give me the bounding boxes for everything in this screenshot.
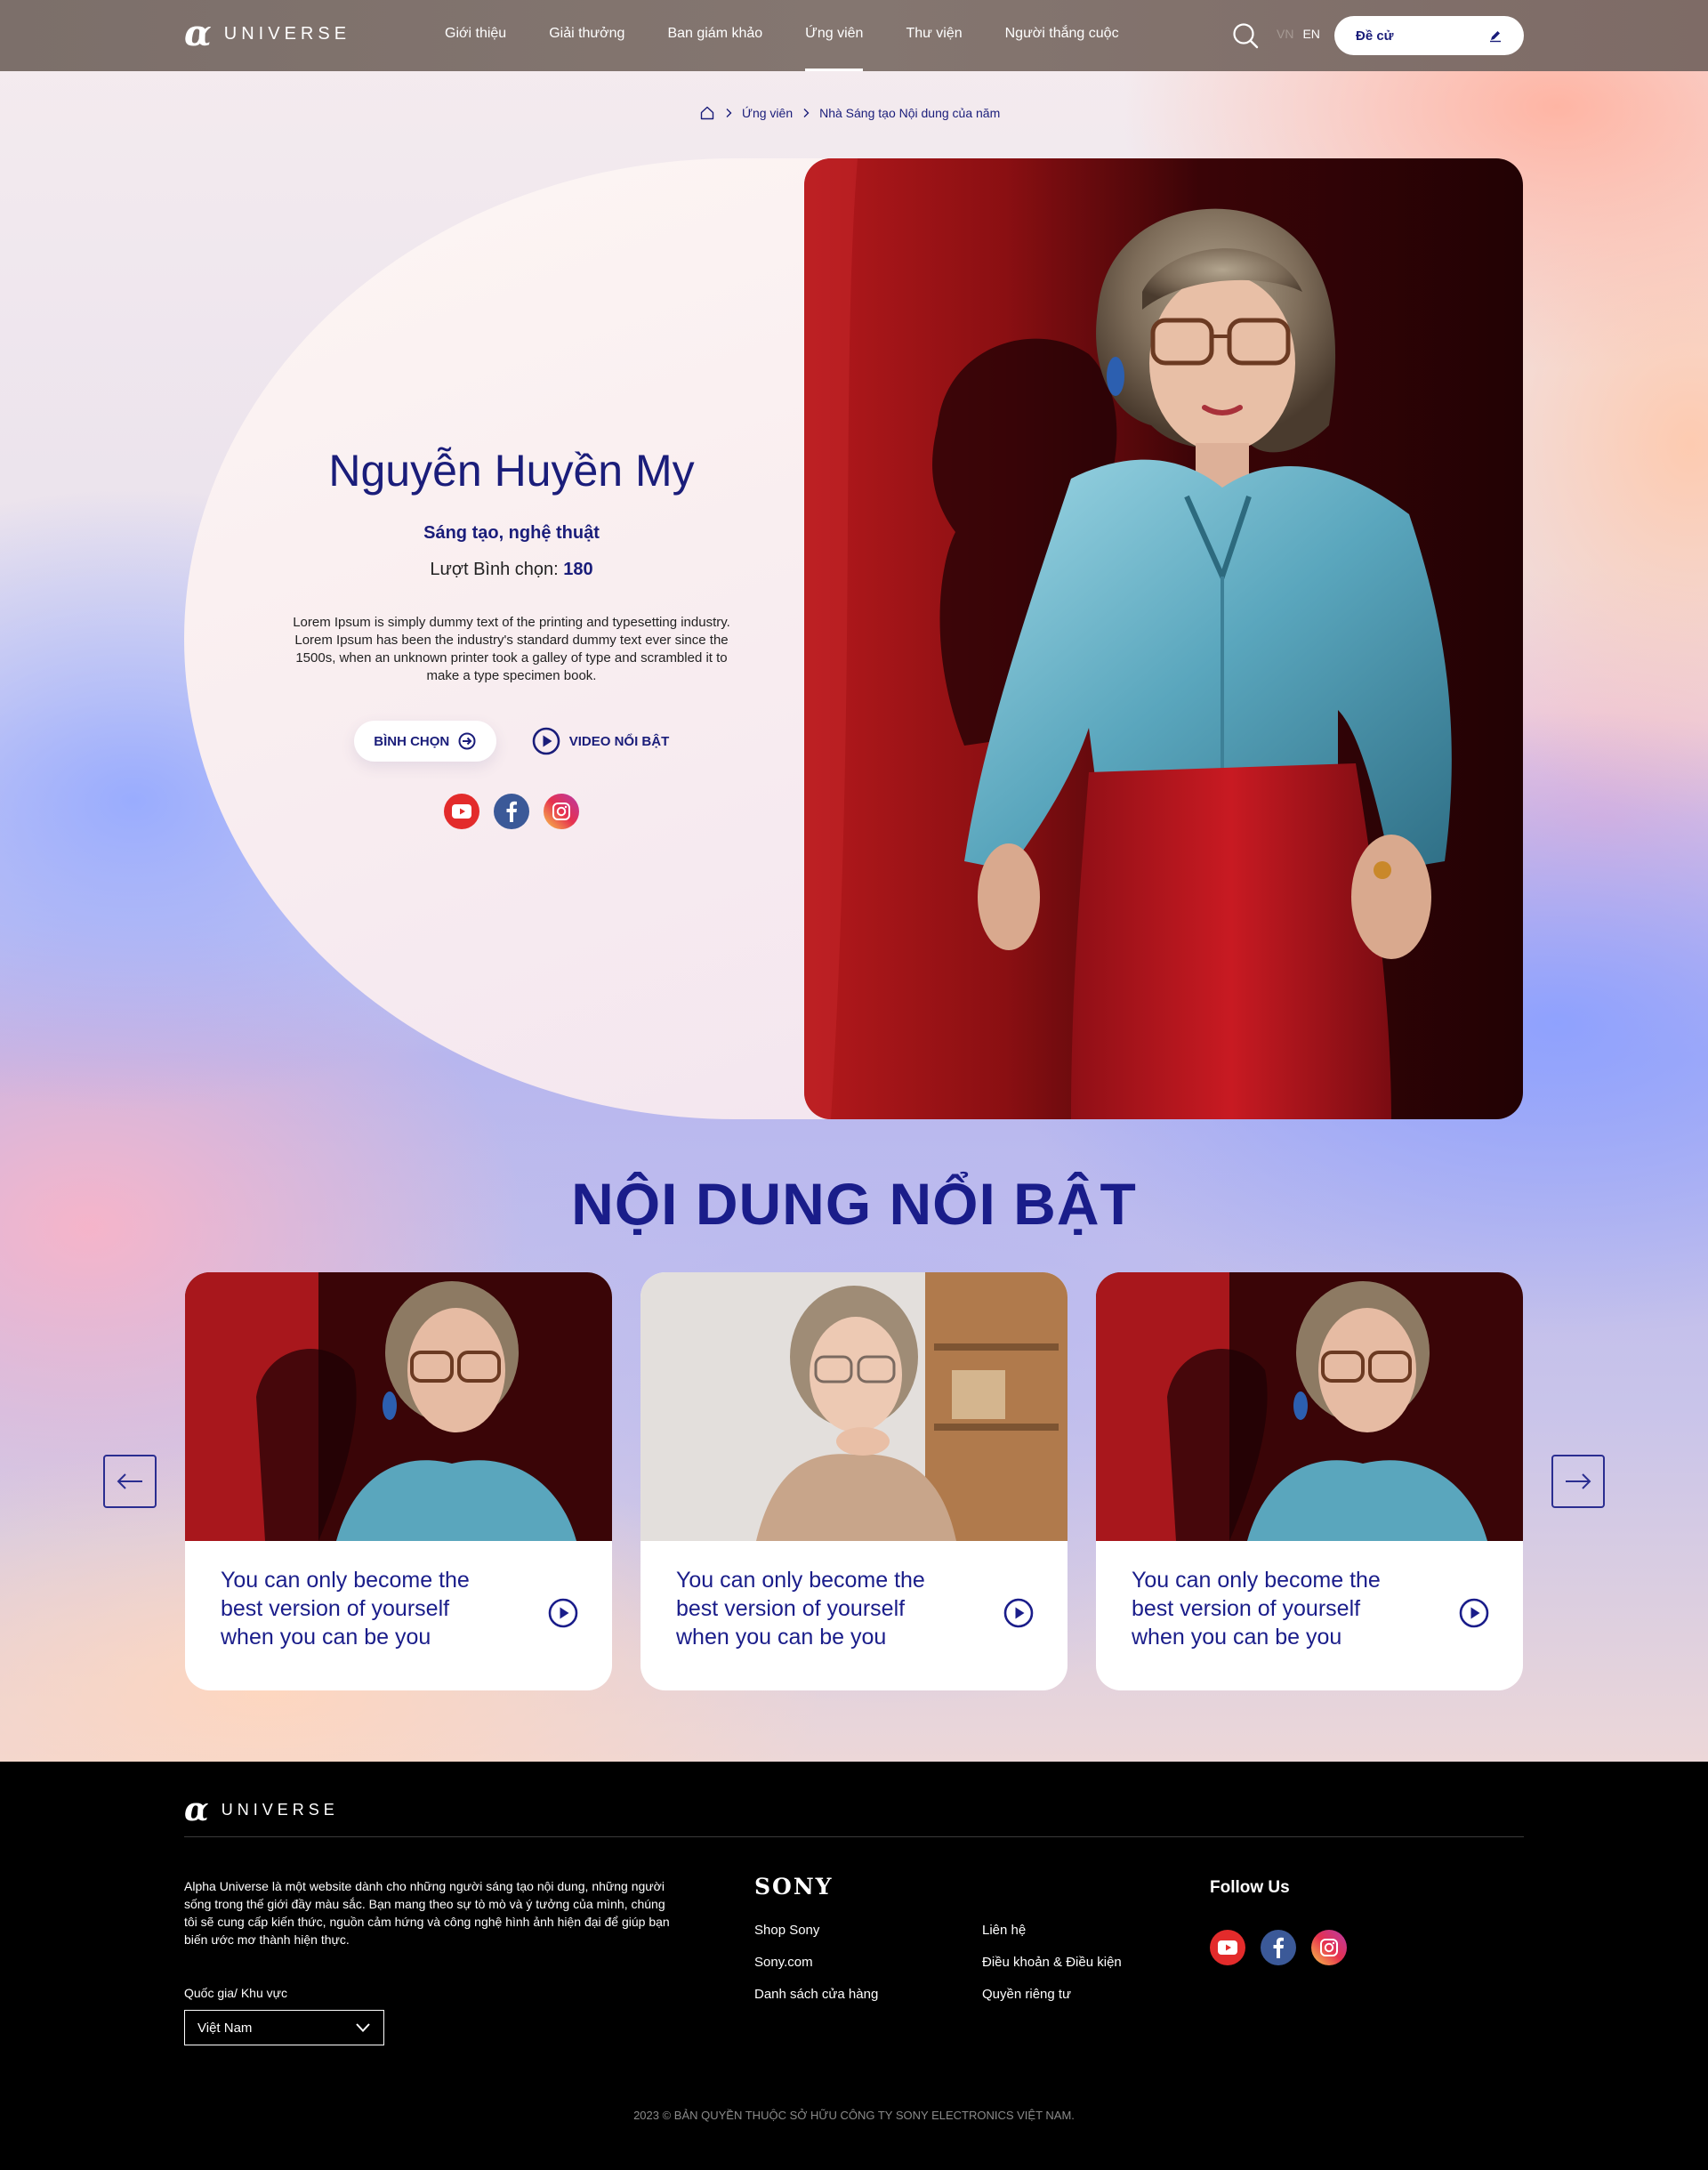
logo-symbol: α [184, 12, 212, 54]
logo-symbol: α [184, 1791, 209, 1828]
nav-item-winners[interactable]: Người thắng cuộc [1005, 0, 1119, 71]
footer-links-sony: Shop Sony Sony.com Danh sách cửa hàng [754, 1923, 878, 2019]
youtube-icon[interactable] [1210, 1930, 1245, 1965]
featured-section-title: NỘI DUNG NỔI BẬT [571, 1171, 1137, 1237]
content-card[interactable]: You can only become the best version of … [185, 1272, 612, 1690]
pencil-icon [1490, 31, 1501, 43]
logo-word: UNIVERSE [223, 23, 351, 44]
arrow-right-icon [1566, 1473, 1591, 1489]
language-switcher: VN EN [1277, 27, 1320, 41]
youtube-icon[interactable] [444, 794, 479, 829]
logo-word: UNIVERSE [221, 1800, 339, 1819]
play-circle-icon[interactable] [1459, 1598, 1489, 1628]
country-label: Quốc gia/ Khu vực [184, 1986, 287, 2000]
country-select-value: Việt Nam [197, 2020, 253, 2036]
footer-divider [184, 1836, 1524, 1837]
nav-item-about[interactable]: Giới thiệu [445, 0, 506, 71]
footer-socials [1210, 1930, 1347, 1965]
vote-count-label: Lượt Bình chọn: [430, 560, 559, 579]
footer-link-terms[interactable]: Điều khoản & Điều kiện [982, 1955, 1122, 1987]
featured-video-label: VIDEO NỔI BẬT [568, 733, 670, 749]
candidate-name: Nguyễn Huyền My [328, 446, 695, 496]
lang-en[interactable]: EN [1302, 27, 1319, 41]
footer-link-store-list[interactable]: Danh sách cửa hàng [754, 1987, 878, 2019]
featured-video-link[interactable]: VIDEO NỔI BẬT [532, 727, 670, 755]
nav-item-candidates[interactable]: Ứng viên [805, 0, 864, 71]
content-card-thumbnail [640, 1272, 1068, 1541]
content-card-caption: You can only become the best version of … [1132, 1568, 1381, 1650]
arrow-left-icon [117, 1473, 142, 1489]
vote-button-label: BÌNH CHỌN [374, 733, 450, 749]
nav-item-judges[interactable]: Ban giám khảo [667, 0, 762, 71]
play-circle-icon[interactable] [548, 1598, 578, 1628]
facebook-icon[interactable] [1261, 1930, 1296, 1965]
hero-actions: BÌNH CHỌN VIDEO NỔI BẬT [267, 721, 756, 762]
country-select[interactable]: Việt Nam [184, 2010, 384, 2045]
instagram-icon[interactable] [1311, 1930, 1347, 1965]
nominate-label: Đề cử [1356, 28, 1394, 44]
breadcrumb-item-candidates[interactable]: Ứng viên [742, 106, 793, 120]
play-circle-icon [532, 727, 560, 755]
breadcrumb-item-current[interactable]: Nhà Sáng tạo Nội dung của năm [819, 106, 1000, 120]
content-card-caption: You can only become the best version of … [221, 1568, 470, 1650]
content-card-caption: You can only become the best version of … [676, 1568, 925, 1650]
footer-links-legal: Liên hệ Điều khoản & Điều kiện Quyền riê… [982, 1923, 1122, 2019]
search-button[interactable] [1231, 21, 1260, 50]
footer-link-contact[interactable]: Liên hệ [982, 1923, 1122, 1955]
footer-about-text: Alpha Universe là một website dành cho n… [184, 1879, 670, 1947]
chevron-right-icon [726, 109, 732, 117]
content-card[interactable]: You can only become the best version of … [640, 1272, 1068, 1690]
search-icon [1233, 23, 1259, 49]
footer-link-shop-sony[interactable]: Shop Sony [754, 1923, 878, 1955]
follow-us-heading: Follow Us [1210, 1878, 1290, 1897]
content-card-thumbnail [1096, 1272, 1523, 1541]
candidate-info: Nguyễn Huyền My Sáng tạo, nghệ thuật Lượ… [267, 445, 756, 829]
content-card-thumbnail [185, 1272, 612, 1541]
nav-item-awards[interactable]: Giải thưởng [549, 0, 624, 71]
footer-link-sony-com[interactable]: Sony.com [754, 1955, 878, 1987]
candidate-description: Lorem Ipsum is simply dummy text of the … [293, 615, 730, 683]
carousel-next-button[interactable] [1551, 1455, 1605, 1508]
breadcrumb: Ứng viên Nhà Sáng tạo Nội dung của năm [699, 105, 1000, 121]
nominate-button[interactable]: Đề cử [1334, 16, 1524, 55]
candidate-socials [267, 794, 756, 829]
footer-link-privacy[interactable]: Quyền riêng tư [982, 1987, 1122, 2019]
home-icon[interactable] [699, 105, 715, 121]
chevron-right-icon [803, 109, 810, 117]
footer-logo[interactable]: α UNIVERSE [184, 1794, 339, 1826]
sony-logo[interactable]: SONY [754, 1874, 834, 1900]
vote-count-value: 180 [563, 560, 593, 579]
facebook-icon[interactable] [494, 794, 529, 829]
instagram-icon[interactable] [544, 794, 579, 829]
chevron-down-icon [356, 2023, 370, 2032]
arrow-circle-right-icon [458, 732, 476, 750]
nav-item-library[interactable]: Thư viện [906, 0, 962, 71]
candidate-portrait [804, 158, 1523, 1119]
copyright-text: 2023 © BẢN QUYỀN THUỘC SỞ HỮU CÔNG TY SO… [633, 2109, 1075, 2122]
play-circle-icon[interactable] [1003, 1598, 1034, 1628]
vote-button[interactable]: BÌNH CHỌN [353, 721, 496, 762]
portrait-image [804, 158, 1523, 1119]
candidate-category: Sáng tạo, nghệ thuật [423, 523, 600, 543]
alpha-universe-logo[interactable]: α UNIVERSE [184, 16, 350, 52]
lang-vn[interactable]: VN [1277, 27, 1293, 41]
main-nav: Giới thiệu Giải thưởng Ban giám khảo Ứng… [445, 0, 1162, 71]
vote-count: Lượt Bình chọn: 180 [267, 560, 756, 580]
site-header: α UNIVERSE Giới thiệu Giải thưởng Ban gi… [0, 0, 1708, 71]
content-card[interactable]: You can only become the best version of … [1096, 1272, 1523, 1690]
carousel-prev-button[interactable] [103, 1455, 157, 1508]
